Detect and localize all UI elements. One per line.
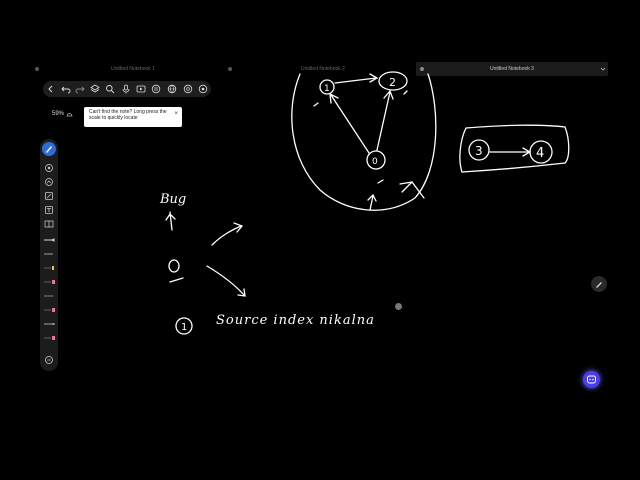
ink-node-0-label: 0 <box>372 157 378 167</box>
ink-left-arrow-down <box>206 265 246 297</box>
ink-node-4-label: 4 <box>536 146 544 161</box>
ink-item-number: 1 <box>181 322 187 333</box>
ink-arrow-1-2 <box>334 73 379 84</box>
ink-edge-0-1 <box>329 92 370 154</box>
ink-left-node <box>168 259 180 273</box>
ink-bug-label: Bug <box>159 192 186 207</box>
ai-assistant-button[interactable] <box>583 371 600 388</box>
ink-arrow-0-2 <box>376 89 394 151</box>
ai-icon <box>587 375 596 384</box>
drawing-canvas[interactable]: 1 2 3 4 0 Bug 1 Source index nikalna <box>0 0 640 480</box>
ink-left-tick <box>169 277 184 283</box>
ink-tick-2 <box>403 90 408 95</box>
ink-left-arrow-up <box>211 222 244 246</box>
ink-node-1-label: 1 <box>324 84 330 94</box>
ink-tick-1 <box>313 102 319 107</box>
ink-arrow-3-4 <box>489 147 532 157</box>
ink-node-2-label: 2 <box>389 76 396 89</box>
ink-tick-0 <box>377 179 384 184</box>
floating-pen-button[interactable] <box>591 276 607 292</box>
ink-bug-arrow <box>165 211 176 231</box>
laser-pointer-dot <box>395 303 402 310</box>
ink-item-text: Source index nikalna <box>216 313 375 328</box>
pen-icon <box>596 282 602 288</box>
ink-arrow-up-bottom <box>367 193 377 211</box>
ink-node-3-label: 3 <box>475 144 483 158</box>
ink-oval <box>291 73 437 211</box>
